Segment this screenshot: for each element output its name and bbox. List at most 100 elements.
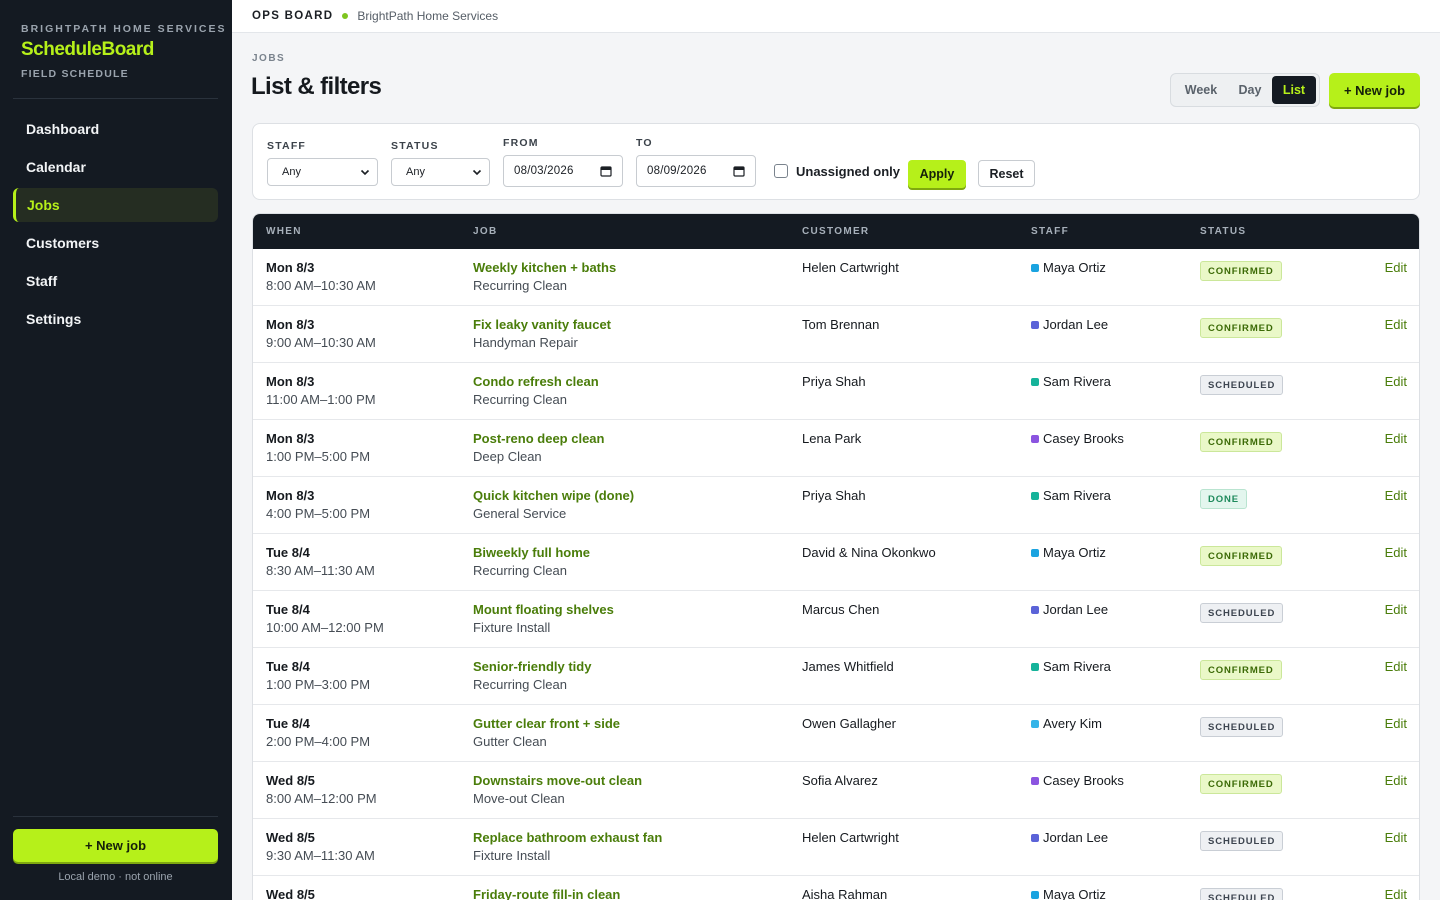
job-staff-name: Avery Kim [1043, 716, 1102, 731]
job-customer: Helen Cartwright [802, 830, 899, 845]
app-logo-text: ScheduleBoard [21, 39, 154, 60]
table-row[interactable]: Mon 8/3 9:00 AM–10:30 AM Fix leaky vanity … [253, 306, 1419, 363]
job-time: 11:00 AM–1:00 PM [266, 392, 376, 407]
staff-filter-label: STAFF [267, 140, 307, 152]
table-row[interactable]: Wed 8/5 8:00 AM–12:00 PM Downstairs move-o… [253, 762, 1419, 819]
status-badge: SCHEDULED [1200, 717, 1284, 737]
edit-job-link[interactable]: Edit [1385, 659, 1407, 674]
job-time: 1:00 PM–5:00 PM [266, 449, 371, 464]
job-time: 4:00 PM–5:00 PM [266, 506, 371, 521]
staff-color-icon [1031, 320, 1039, 329]
job-staff: Sam Rivera [1031, 488, 1111, 503]
jobs-table: WHEN JOB CUSTOMER STAFF STATUS Mon 8/3 8:… [252, 213, 1420, 900]
from-date-input[interactable]: 08/03/2026 [503, 155, 623, 187]
reset-filters-button[interactable]: Reset [978, 160, 1035, 187]
column-header-when[interactable]: WHEN [266, 226, 302, 237]
sidebar-divider [13, 98, 218, 99]
view-week-button[interactable]: Week [1174, 76, 1228, 104]
sidebar-divider [13, 816, 218, 817]
job-title-link[interactable]: Senior-friendly tidy [473, 659, 591, 674]
view-day-button[interactable]: Day [1228, 76, 1272, 104]
job-day: Wed 8/5 [266, 887, 315, 900]
sidebar-item-staff[interactable]: Staff [13, 264, 218, 298]
job-customer: Priya Shah [802, 488, 866, 503]
staff-filter-select[interactable]: Any [267, 158, 378, 186]
job-staff-name: Jordan Lee [1043, 602, 1109, 617]
to-date-input[interactable]: 08/09/2026 [636, 155, 756, 187]
job-title-link[interactable]: Replace bathroom exhaust fan [473, 830, 662, 845]
job-title-link[interactable]: Condo refresh clean [473, 374, 599, 389]
edit-job-link[interactable]: Edit [1385, 488, 1407, 503]
status-badge: SCHEDULED [1200, 375, 1284, 395]
edit-job-link[interactable]: Edit [1385, 887, 1407, 900]
view-toggle: Week Day List [1170, 73, 1320, 107]
staff-color-icon [1031, 719, 1039, 728]
sidebar-item-jobs[interactable]: Jobs [13, 188, 218, 222]
unassigned-only-label[interactable]: Unassigned only [796, 164, 900, 179]
topbar: OPS BOARD BrightPath Home Services [232, 0, 1440, 33]
edit-job-link[interactable]: Edit [1385, 431, 1407, 446]
column-header-customer[interactable]: CUSTOMER [802, 226, 869, 237]
topbar-title: OPS BOARD [252, 10, 334, 22]
sidebar-item-dashboard[interactable]: Dashboard [13, 112, 218, 146]
status-badge: SCHEDULED [1200, 603, 1284, 623]
edit-job-link[interactable]: Edit [1385, 374, 1407, 389]
job-title-link[interactable]: Friday-route fill-in clean [473, 887, 620, 900]
table-row[interactable]: Wed 8/5 Friday-route fill-in clean Aisha R… [253, 876, 1419, 900]
edit-job-link[interactable]: Edit [1385, 602, 1407, 617]
table-row[interactable]: Wed 8/5 9:30 AM–11:30 AM Replace bathroom … [253, 819, 1419, 876]
job-title-link[interactable]: Weekly kitchen + baths [473, 260, 616, 275]
edit-job-link[interactable]: Edit [1385, 317, 1407, 332]
sidebar-item-settings[interactable]: Settings [13, 302, 218, 336]
job-title-link[interactable]: Post-reno deep clean [473, 431, 604, 446]
calendar-icon [600, 166, 612, 177]
job-day: Tue 8/4 [266, 659, 310, 674]
table-row[interactable]: Mon 8/3 4:00 PM–5:00 PM Quick kitchen wipe… [253, 477, 1419, 534]
filter-panel: STAFF Any STATUS Any FROM 08/03/2026 TO … [252, 123, 1420, 200]
sidebar-item-calendar[interactable]: Calendar [13, 150, 218, 184]
job-staff-name: Sam Rivera [1043, 374, 1111, 389]
edit-job-link[interactable]: Edit [1385, 773, 1407, 788]
job-time: 8:30 AM–11:30 AM [266, 563, 375, 578]
job-title-link[interactable]: Quick kitchen wipe (done) [473, 488, 634, 503]
table-row[interactable]: Mon 8/3 1:00 PM–5:00 PM Post-reno deep cle… [253, 420, 1419, 477]
column-header-staff[interactable]: STAFF [1031, 226, 1069, 237]
job-type: Recurring Clean [473, 677, 567, 692]
job-customer: David & Nina Okonkwo [802, 545, 936, 560]
unassigned-only-checkbox[interactable] [774, 164, 788, 178]
job-type: Recurring Clean [473, 278, 567, 293]
view-list-button[interactable]: List [1272, 76, 1316, 104]
edit-job-link[interactable]: Edit [1385, 830, 1407, 845]
table-row[interactable]: Mon 8/3 8:00 AM–10:30 AM Weekly kitchen + … [253, 249, 1419, 306]
job-staff: Maya Ortiz [1031, 887, 1106, 900]
edit-job-link[interactable]: Edit [1385, 716, 1407, 731]
job-title-link[interactable]: Biweekly full home [473, 545, 590, 560]
job-time: 2:00 PM–4:00 PM [266, 734, 371, 749]
job-title-link[interactable]: Gutter clear front + side [473, 716, 620, 731]
status-filter-select[interactable]: Any [391, 158, 490, 186]
table-row[interactable]: Tue 8/4 10:00 AM–12:00 PM Mount floating s… [253, 591, 1419, 648]
table-row[interactable]: Tue 8/4 2:00 PM–4:00 PM Gutter clear front… [253, 705, 1419, 762]
apply-filters-button[interactable]: Apply [908, 160, 966, 188]
sidebar-item-customers[interactable]: Customers [13, 226, 218, 260]
job-staff-name: Casey Brooks [1043, 431, 1124, 446]
table-row[interactable]: Mon 8/3 11:00 AM–1:00 PM Condo refresh cle… [253, 363, 1419, 420]
job-customer: Sofia Alvarez [802, 773, 878, 788]
job-title-link[interactable]: Fix leaky vanity faucet [473, 317, 611, 332]
staff-color-icon [1031, 263, 1039, 272]
column-header-job[interactable]: JOB [473, 226, 497, 237]
job-title-link[interactable]: Mount floating shelves [473, 602, 614, 617]
table-row[interactable]: Tue 8/4 8:30 AM–11:30 AM Biweekly full hom… [253, 534, 1419, 591]
status-badge: DONE [1200, 489, 1248, 509]
edit-job-link[interactable]: Edit [1385, 545, 1407, 560]
staff-color-icon [1031, 491, 1039, 500]
edit-job-link[interactable]: Edit [1385, 260, 1407, 275]
column-header-status[interactable]: STATUS [1200, 226, 1246, 237]
job-staff-name: Maya Ortiz [1043, 887, 1106, 900]
job-title-link[interactable]: Downstairs move-out clean [473, 773, 642, 788]
new-job-button[interactable]: + New job [1329, 73, 1420, 107]
sidebar-new-job-button[interactable]: + New job [13, 829, 218, 862]
job-day: Mon 8/3 [266, 260, 315, 275]
status-badge: CONFIRMED [1200, 546, 1282, 566]
table-row[interactable]: Tue 8/4 1:00 PM–3:00 PM Senior-friendly ti… [253, 648, 1419, 705]
